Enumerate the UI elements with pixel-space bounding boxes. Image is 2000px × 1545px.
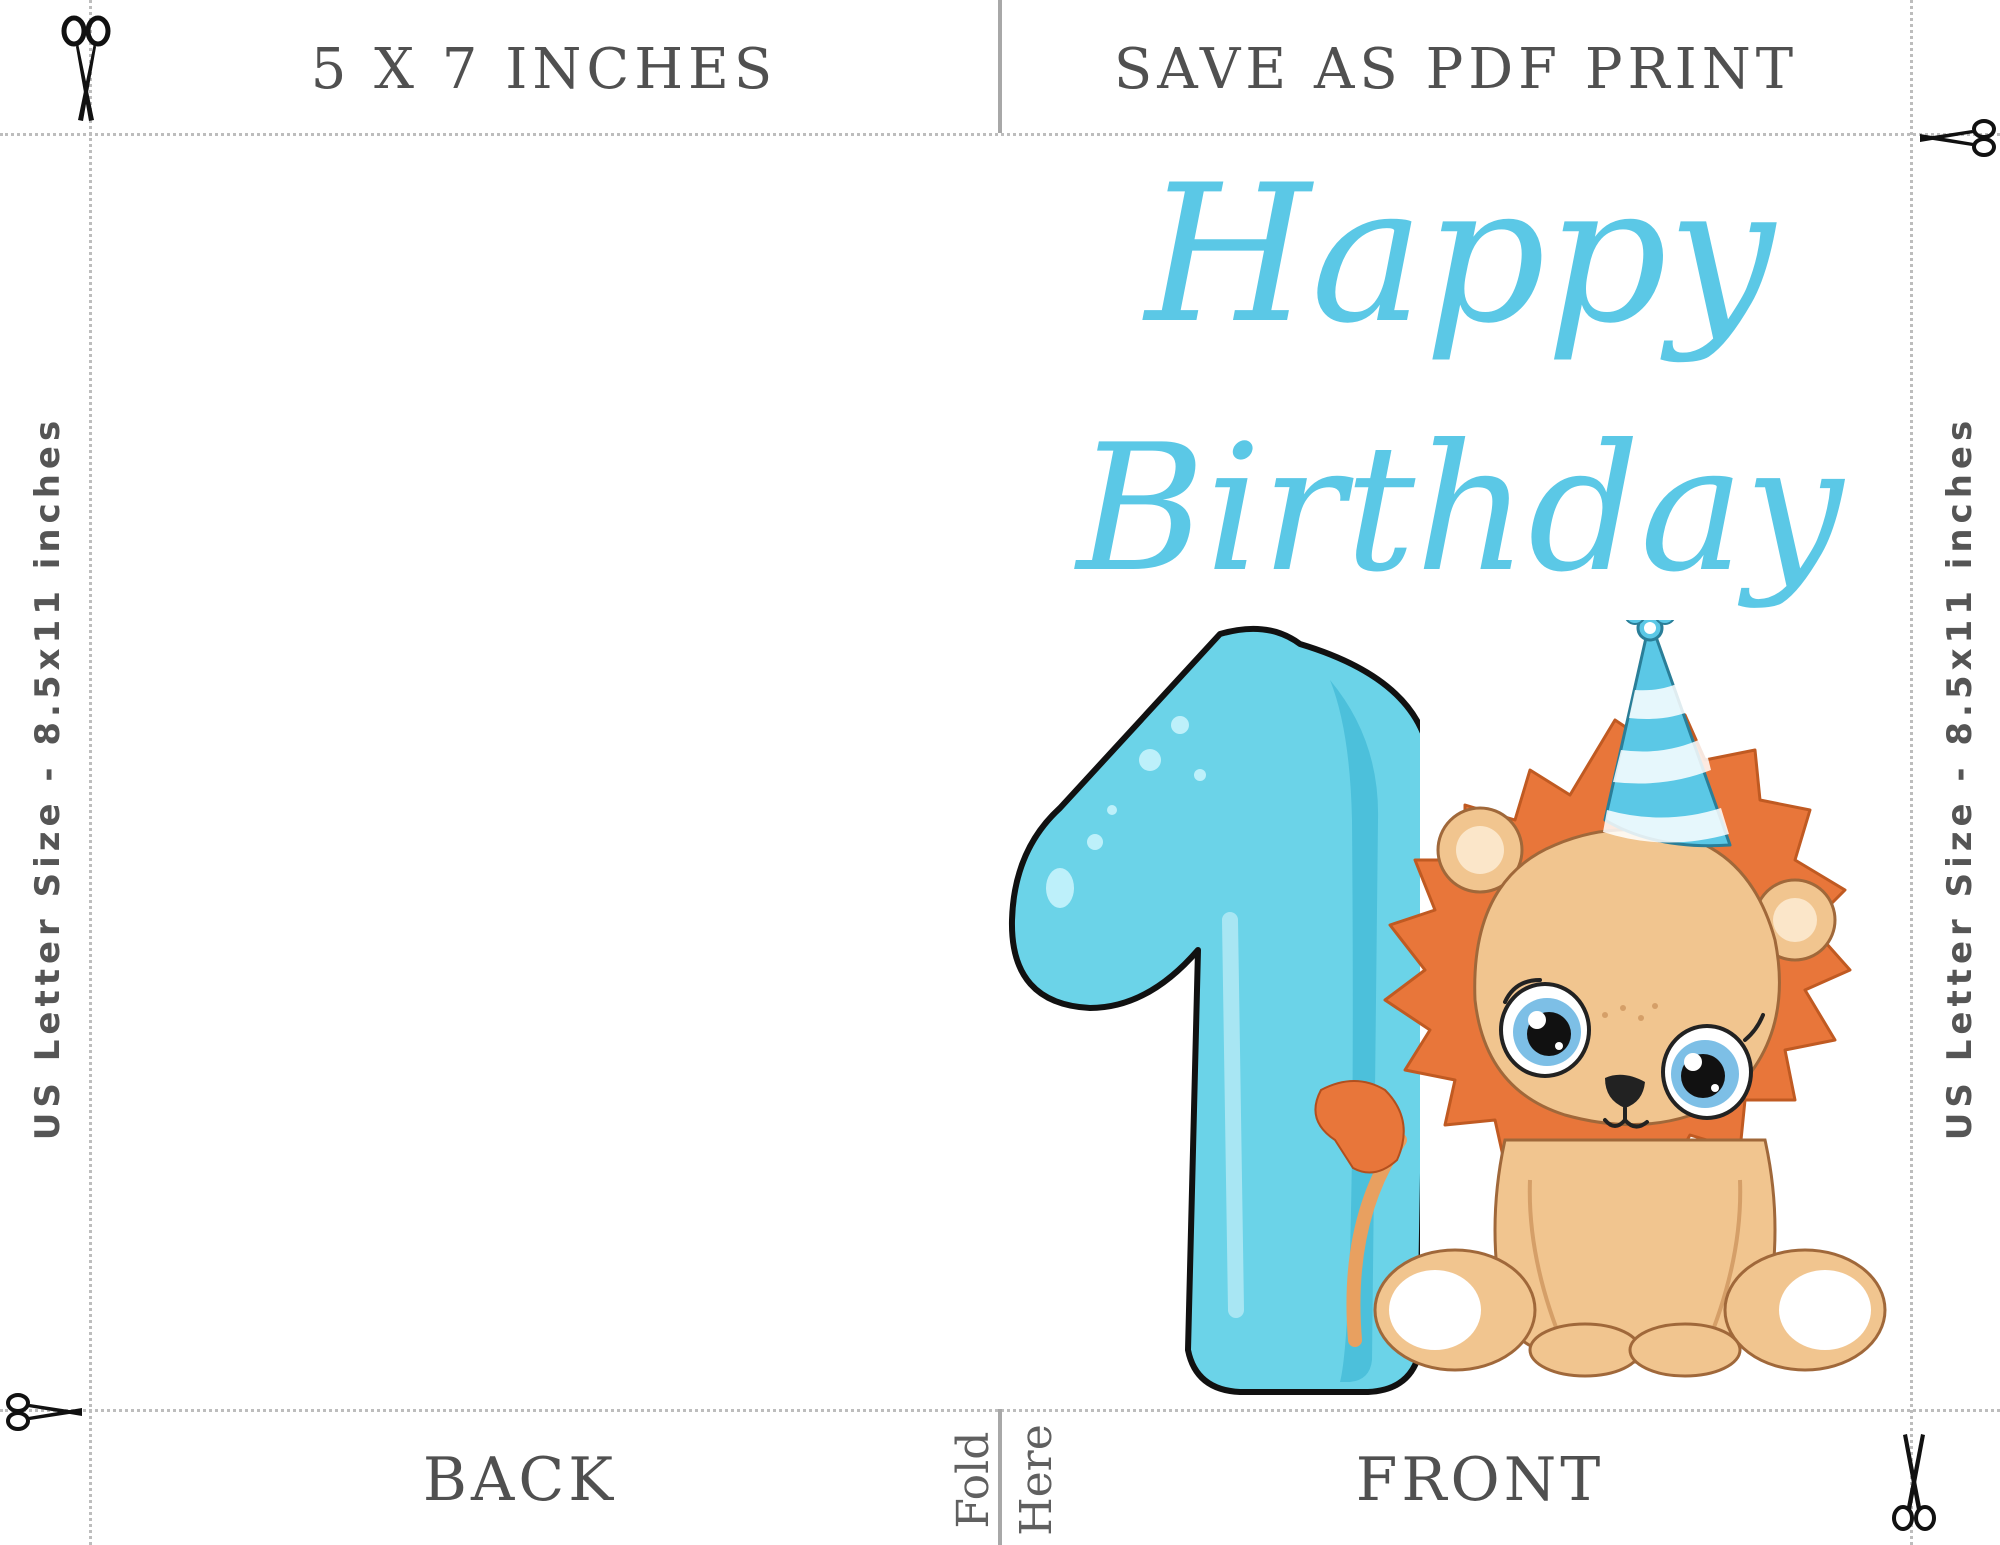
save-print-label: SAVE AS PDF PRINT xyxy=(1113,37,1799,102)
scissors-icon xyxy=(6,1393,82,1431)
front-label: FRONT xyxy=(1355,1445,1605,1515)
fold-label: Fold xyxy=(948,1431,999,1529)
here-label: Here xyxy=(1011,1424,1062,1536)
lion-eye-left xyxy=(1499,982,1591,1078)
paper-size-label-right: US Letter Size - 8.5x11 inches xyxy=(1940,415,1980,1141)
right-cut-line xyxy=(1910,0,1913,1545)
left-cut-line xyxy=(89,0,92,1545)
headline-birthday: Birthday xyxy=(1076,408,1844,611)
lion-illustration xyxy=(1314,620,1887,1378)
scissors-icon xyxy=(61,15,111,121)
back-label: BACK xyxy=(422,1445,618,1515)
lion-tail-tuft xyxy=(1314,1080,1405,1174)
top-cut-line xyxy=(0,133,2000,136)
paper-size-label-left: US Letter Size - 8.5x11 inches xyxy=(28,415,68,1141)
pom-pom xyxy=(1625,620,1675,642)
headline-happy: Happy xyxy=(1145,144,1775,365)
scissors-icon xyxy=(1892,1434,1936,1531)
scissors-icon xyxy=(1920,119,1996,157)
lion-eye-right xyxy=(1661,1024,1753,1120)
size-label: 5 X 7 INCHES xyxy=(310,37,778,102)
